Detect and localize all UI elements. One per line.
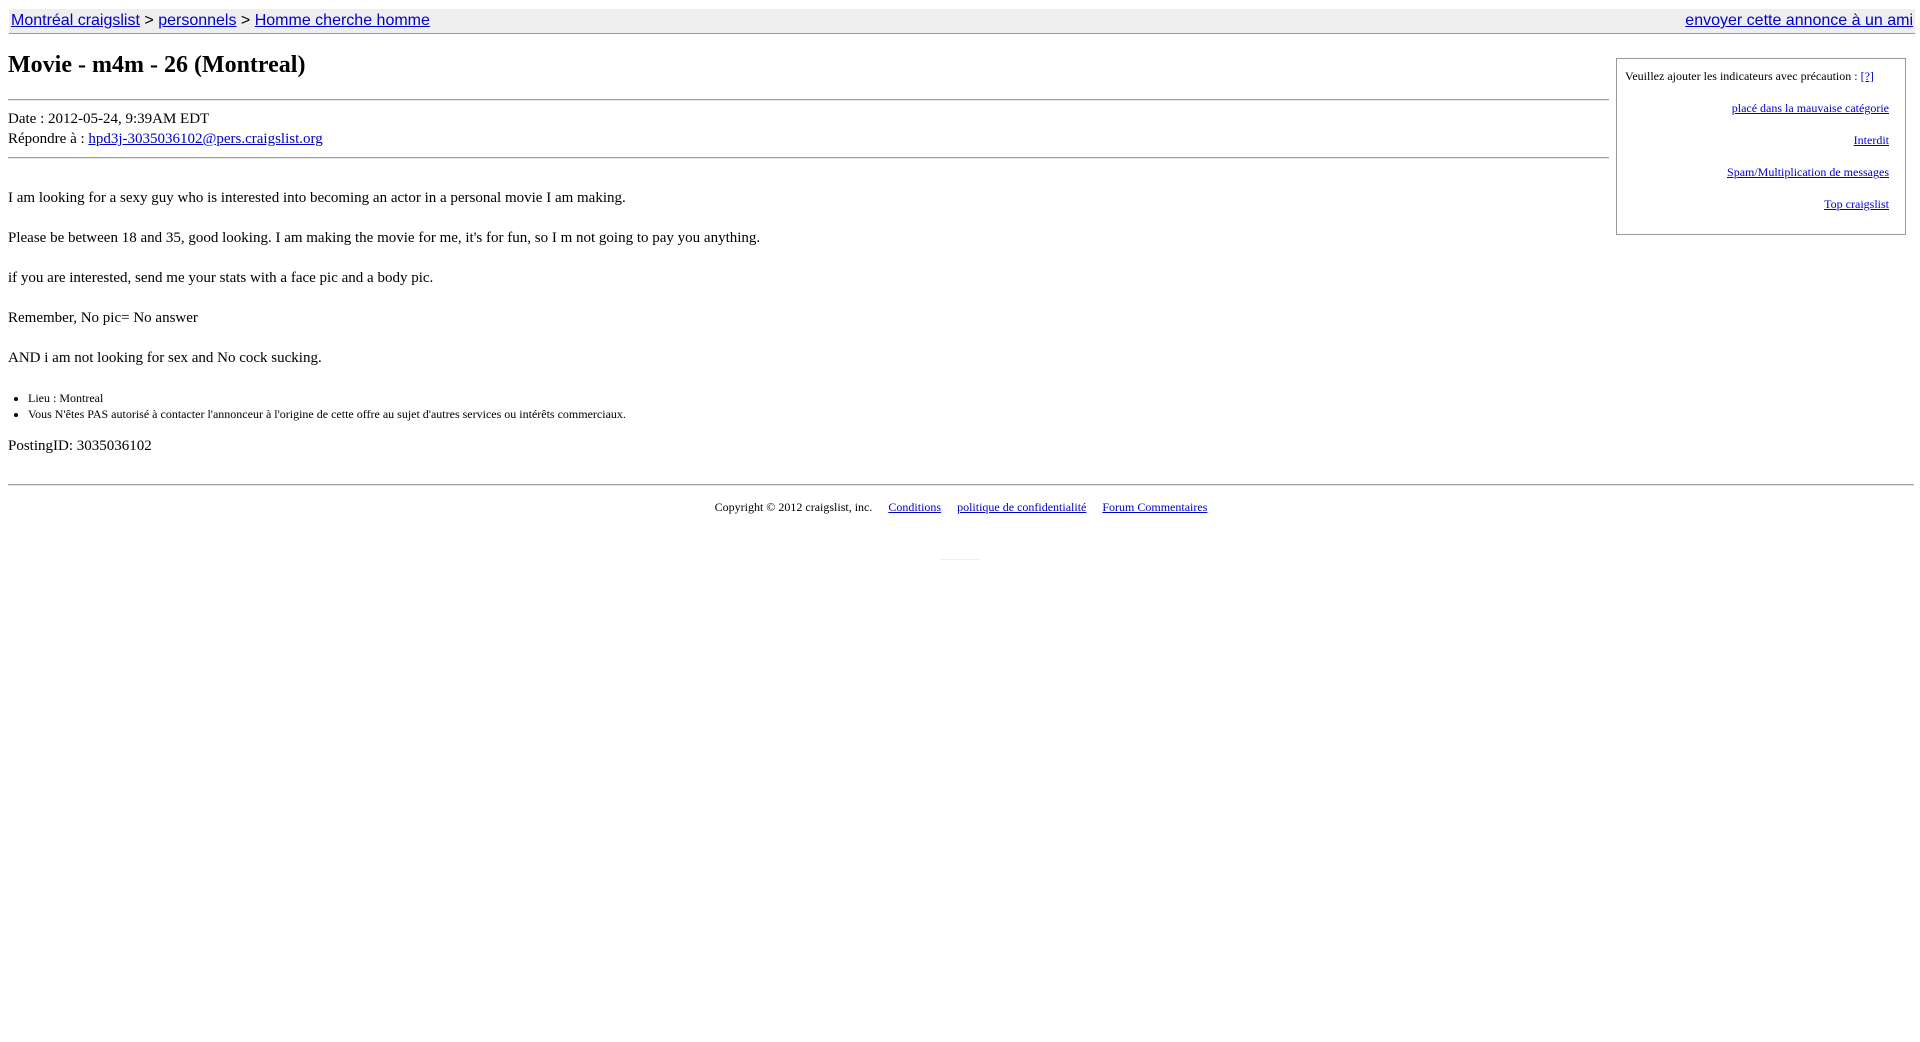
breadcrumb-site-link[interactable]: Montréal craigslist xyxy=(11,12,140,29)
divider xyxy=(8,157,1609,159)
breadcrumb-category-link[interactable]: Homme cherche homme xyxy=(255,12,430,29)
posting-body-paragraph: AND i am not looking for sex and No cock… xyxy=(8,350,322,366)
no-contact-note: Vous N'êtes PAS autorisé à contacter l'a… xyxy=(28,406,626,422)
flag-help-link[interactable]: [?] xyxy=(1861,69,1874,83)
feedback-forum-link[interactable]: Forum Commentaires xyxy=(1102,500,1207,514)
flag-miscategorized-link[interactable]: placé dans la mauvaise catégorie xyxy=(1732,100,1889,116)
footer-divider xyxy=(8,484,1914,486)
reply-to: Répondre à : hpd3j-3035036102@pers.craig… xyxy=(8,129,323,149)
send-to-friend-link[interactable]: envoyer cette annonce à un ami xyxy=(1685,9,1913,33)
date-value: 2012-05-24, 9:39AM EDT xyxy=(47,111,210,127)
breadcrumb-separator: > xyxy=(240,12,251,29)
footer-separator-mark xyxy=(940,559,980,560)
posting-body-paragraph: I am looking for a sexy guy who is inter… xyxy=(8,190,626,206)
flag-heading-text: Veuillez ajouter les indicateurs avec pr… xyxy=(1625,69,1858,83)
posting-notes-list: Lieu : Montreal Vous N'êtes PAS autorisé… xyxy=(8,390,626,422)
breadcrumb-bar: Montréal craigslist > personnels > Homme… xyxy=(9,9,1915,34)
flag-best-of-link[interactable]: Top craigslist xyxy=(1824,196,1889,212)
copyright-text: Copyright © 2012 craigslist, inc. xyxy=(714,500,873,514)
location-note: Lieu : Montreal xyxy=(28,390,626,406)
flag-prohibited-link[interactable]: Interdit xyxy=(1854,132,1889,148)
breadcrumb-section-link[interactable]: personnels xyxy=(158,12,236,29)
posting-body-paragraph: if you are interested, send me your stat… xyxy=(8,270,434,286)
posting-date: Date : 2012-05-24, 9:39AM EDT xyxy=(8,109,209,129)
flag-spam-link[interactable]: Spam/Multiplication de messages xyxy=(1727,164,1889,180)
divider xyxy=(8,99,1609,101)
posting-body-paragraph: Please be between 18 and 35, good lookin… xyxy=(8,230,761,246)
reply-label: Répondre à : xyxy=(8,131,85,147)
flag-panel: Veuillez ajouter les indicateurs avec pr… xyxy=(1616,58,1906,235)
terms-link[interactable]: Conditions xyxy=(888,500,941,514)
posting-body-paragraph: Remember, No pic= No answer xyxy=(8,310,198,326)
reply-email-link[interactable]: hpd3j-3035036102@pers.craigslist.org xyxy=(88,131,322,147)
breadcrumb-separator: > xyxy=(144,12,154,29)
flag-panel-heading: Veuillez ajouter les indicateurs avec pr… xyxy=(1625,68,1874,84)
page-title: Movie - m4m - 26 (Montreal) xyxy=(8,52,306,78)
breadcrumb: Montréal craigslist > personnels > Homme… xyxy=(11,9,430,33)
footer: Copyright © 2012 craigslist, inc. Condit… xyxy=(8,499,1914,515)
privacy-link[interactable]: politique de confidentialité xyxy=(957,500,1086,514)
date-label: Date : xyxy=(8,111,45,127)
posting-id: PostingID: 3035036102 xyxy=(8,438,152,454)
